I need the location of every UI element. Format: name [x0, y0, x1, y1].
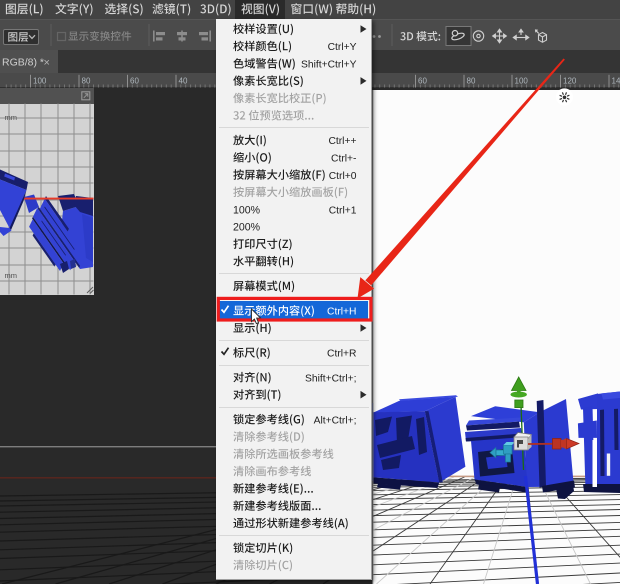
svg-text:100%: 100%	[233, 204, 261, 216]
svg-text:Ctrl+R: Ctrl+R	[327, 349, 356, 360]
svg-text:×: ×	[44, 57, 50, 69]
svg-text:Ctrl+1: Ctrl+1	[329, 205, 357, 216]
svg-text:Ctrl+Y: Ctrl+Y	[328, 42, 357, 53]
svg-text:Ctrl+0: Ctrl+0	[329, 171, 357, 182]
svg-text:Shift+Ctrl+;: Shift+Ctrl+;	[305, 373, 357, 384]
svg-text:Ctrl++: Ctrl++	[328, 136, 356, 147]
svg-text:Ctrl+-: Ctrl+-	[331, 154, 356, 165]
svg-text:Shift+Ctrl+Y: Shift+Ctrl+Y	[301, 60, 357, 71]
svg-text:RGB/8) *: RGB/8) *	[2, 57, 44, 69]
svg-text:Ctrl+H: Ctrl+H	[327, 307, 356, 318]
svg-text:Alt+Ctrl+;: Alt+Ctrl+;	[314, 415, 357, 426]
svg-text:200%: 200%	[233, 222, 261, 234]
